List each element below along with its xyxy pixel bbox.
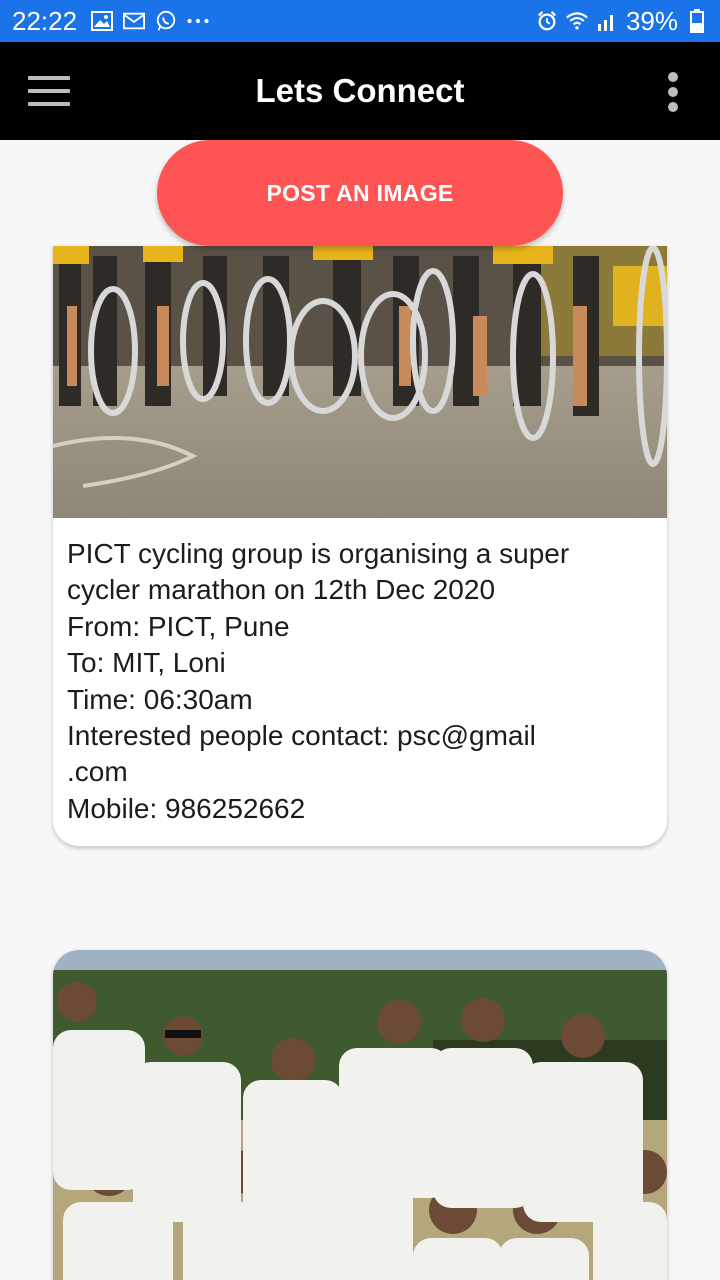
post-text-line: .com (67, 756, 128, 788)
post-image-cyclists (53, 246, 667, 518)
post-text-line: Mobile: 986252662 (67, 792, 306, 824)
post-image-cricket-team (53, 950, 667, 1280)
app-title: Lets Connect (255, 72, 465, 109)
status-time: 22:22 (12, 5, 78, 36)
post-text-line: From: PICT, Pune (67, 610, 290, 642)
more-dots-icon (187, 10, 209, 32)
post-text-line: PICT cycling group is organising a super (67, 538, 570, 569)
mail-icon (123, 10, 146, 32)
status-bar: 22:22 39% (0, 0, 720, 42)
post-image-button[interactable]: POST AN IMAGE (157, 140, 563, 246)
post-text-line: To: MIT, Loni (67, 647, 226, 679)
whatsapp-icon (155, 10, 177, 32)
post-card: PICT cycling group is organising a super… (53, 246, 667, 846)
post-text-line: Interested people contact: psc@gmail (67, 720, 536, 752)
alarm-icon (536, 10, 558, 32)
app-bar: Lets Connect (0, 42, 720, 140)
post-text-line: cycler marathon on 12th Dec 2020 (67, 574, 496, 606)
post-text-line: Time: 06:30am (67, 683, 253, 715)
post-card (53, 950, 667, 1280)
hamburger-menu-icon[interactable] (28, 76, 70, 108)
overflow-menu-icon[interactable] (666, 72, 680, 112)
post-text: PICT cycling group is organising a super… (53, 518, 667, 841)
battery-icon (686, 9, 708, 33)
system-status: 39% (536, 6, 708, 37)
battery-percent: 39% (625, 5, 678, 36)
wifi-icon (566, 10, 588, 32)
notification-icons (91, 10, 209, 32)
feed[interactable]: POST AN IMAGE PICT cycling group is orga… (0, 140, 720, 1280)
signal-icon (596, 10, 618, 32)
image-icon (91, 10, 114, 32)
